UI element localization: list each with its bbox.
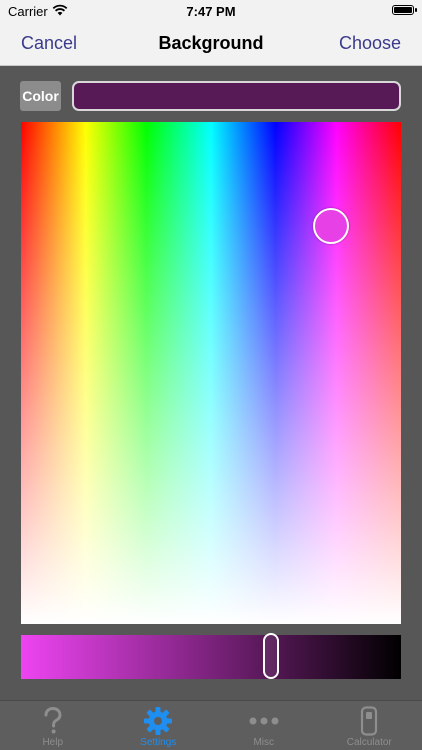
tab-misc[interactable]: Misc xyxy=(211,701,317,750)
tab-settings[interactable]: Settings xyxy=(106,701,212,750)
tab-help[interactable]: Help xyxy=(0,701,106,750)
calculator-icon xyxy=(360,706,378,736)
tab-label-misc: Misc xyxy=(253,737,275,748)
brightness-slider-handle[interactable] xyxy=(263,633,279,679)
tab-calculator[interactable]: Calculator xyxy=(317,701,422,750)
tab-bar: Help Settings Misc Calculator xyxy=(0,700,422,750)
color-spectrum[interactable] xyxy=(21,122,401,624)
tab-label-calculator: Calculator xyxy=(346,737,392,748)
choose-button[interactable]: Choose xyxy=(339,33,401,54)
status-bar: Carrier 7:47 PM xyxy=(0,0,422,22)
tab-label-help: Help xyxy=(42,737,64,748)
battery-icon xyxy=(392,5,417,15)
status-time: 7:47 PM xyxy=(186,4,236,19)
brightness-slider[interactable] xyxy=(21,633,401,679)
spectrum-selector-handle[interactable] xyxy=(313,208,349,244)
navigation-bar: Cancel Background Choose xyxy=(0,22,422,66)
ellipsis-icon xyxy=(248,706,280,736)
question-mark-icon xyxy=(42,706,64,736)
color-value-field[interactable] xyxy=(72,81,401,111)
gear-icon xyxy=(143,706,173,736)
tab-label-settings: Settings xyxy=(140,737,177,748)
color-picker-screen: Carrier 7:47 PM Cancel Background Choose… xyxy=(0,0,422,750)
color-label: Color xyxy=(20,81,61,111)
